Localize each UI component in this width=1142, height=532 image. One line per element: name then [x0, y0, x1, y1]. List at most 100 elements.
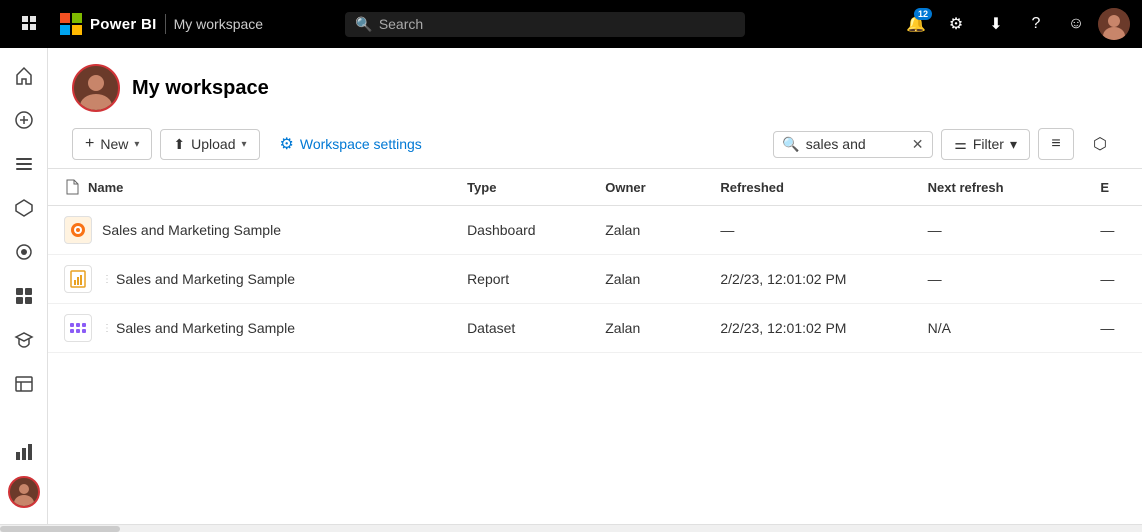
gear-settings-icon: ⚙ [280, 134, 294, 154]
report-icon [64, 265, 92, 293]
brand-logo: Power BI My workspace [60, 13, 263, 35]
filter-button[interactable]: ⚌ Filter ▾ [941, 129, 1030, 160]
datahub-icon [14, 198, 34, 218]
face-icon: ☺ [1068, 15, 1084, 33]
cell-name: ⋮ Sales and Marketing Sample [48, 304, 451, 353]
workspace-avatar [72, 64, 120, 112]
sidebar-bottom [4, 432, 44, 516]
sidebar-item-create[interactable] [4, 100, 44, 140]
clear-search-button[interactable]: ✕ [912, 137, 924, 151]
cell-type: Report [451, 255, 589, 304]
items-table: Name Type Owner Refreshed Next refresh E [48, 169, 1142, 353]
sidebar-item-metrics[interactable] [4, 432, 44, 472]
workspace-title: My workspace [132, 77, 269, 100]
feedback-button[interactable]: ☺ [1058, 6, 1094, 42]
notifications-button[interactable]: 🔔 12 [898, 6, 934, 42]
item-name: Sales and Marketing Sample [116, 271, 295, 287]
table-row[interactable]: ⋮ Sales and Marketing Sample Report Zala… [48, 255, 1142, 304]
cell-e: — [1084, 255, 1142, 304]
col-header-owner: Owner [589, 169, 704, 206]
upload-button[interactable]: ⬆ Upload ▾ [160, 129, 259, 160]
cell-name: ⋮ Sales and Marketing Sample [48, 255, 451, 304]
apps-icon [14, 286, 34, 306]
name-col-label: Name [88, 180, 123, 195]
table-row[interactable]: Sales and Marketing Sample Dashboard Zal… [48, 206, 1142, 255]
help-button[interactable]: ? [1018, 6, 1054, 42]
cell-owner: Zalan [589, 255, 704, 304]
filter-search-icon: 🔍 [782, 136, 799, 153]
list-view-button[interactable]: ≡ [1038, 128, 1074, 160]
plus-icon: + [85, 135, 94, 153]
top-nav: Power BI My workspace 🔍 🔔 12 ⚙ ⬇ ? ☺ [0, 0, 1142, 48]
settings-label: Workspace settings [300, 136, 422, 152]
col-header-next-refresh: Next refresh [912, 169, 1085, 206]
microsoft-logo [60, 13, 82, 35]
filter-icon: ⚌ [954, 136, 967, 153]
upload-label: Upload [191, 136, 235, 152]
sidebar-item-learn[interactable] [4, 320, 44, 360]
nav-actions: 🔔 12 ⚙ ⬇ ? ☺ [898, 6, 1130, 42]
workspace-settings-button[interactable]: ⚙ Workspace settings [268, 128, 434, 160]
upload-icon: ⬆ [173, 136, 185, 153]
global-search-input[interactable] [379, 16, 736, 32]
filter-search-box[interactable]: 🔍 ✕ [773, 131, 933, 158]
new-button[interactable]: + New ▾ [72, 128, 152, 160]
lineage-button[interactable]: ⬡ [1082, 128, 1118, 160]
cell-type: Dataset [451, 304, 589, 353]
grid-menu-button[interactable] [12, 6, 48, 42]
user-avatar-nav[interactable] [1098, 8, 1130, 40]
browse-icon [14, 154, 34, 174]
cell-type: Dashboard [451, 206, 589, 255]
question-icon: ? [1032, 15, 1041, 33]
settings-button[interactable]: ⚙ [938, 6, 974, 42]
cell-name: Sales and Marketing Sample [48, 206, 451, 255]
toolbar: + New ▾ ⬆ Upload ▾ ⚙ Workspace settings … [48, 120, 1142, 169]
home-icon [14, 66, 34, 86]
table-row[interactable]: ⋮ Sales and Marketing Sample Dataset Zal… [48, 304, 1142, 353]
cell-e: — [1084, 206, 1142, 255]
sidebar-item-datahub[interactable] [4, 188, 44, 228]
main-content: My workspace + New ▾ ⬆ Upload ▾ ⚙ Worksp… [48, 48, 1142, 524]
cell-next-refresh: — [912, 255, 1085, 304]
sidebar-item-home[interactable] [4, 56, 44, 96]
col-header-type: Type [451, 169, 589, 206]
create-icon [14, 110, 34, 130]
col-header-name: Name [48, 169, 451, 206]
learn-icon [14, 330, 34, 350]
item-name: Sales and Marketing Sample [102, 222, 281, 238]
download-icon: ⬇ [989, 14, 1002, 34]
workspaces-icon [14, 374, 34, 394]
current-workspace: My workspace [174, 16, 263, 32]
cell-refreshed: 2/2/23, 12:01:02 PM [704, 255, 911, 304]
product-name: Power BI [90, 16, 157, 33]
sidebar-user-avatar[interactable] [8, 476, 40, 508]
cell-refreshed: — [704, 206, 911, 255]
download-button[interactable]: ⬇ [978, 6, 1014, 42]
sidebar-item-workspaces[interactable] [4, 364, 44, 404]
nav-divider [165, 14, 166, 34]
metrics-icon [14, 442, 34, 462]
sidebar-item-apps[interactable] [4, 276, 44, 316]
horizontal-scrollbar[interactable] [0, 524, 1142, 532]
cell-owner: Zalan [589, 206, 704, 255]
global-search-bar[interactable]: 🔍 [345, 12, 745, 37]
cell-owner: Zalan [589, 304, 704, 353]
search-icon: 🔍 [355, 16, 372, 33]
sidebar-item-browse[interactable] [4, 144, 44, 184]
table-header-row: Name Type Owner Refreshed Next refresh E [48, 169, 1142, 206]
lineage-icon: ⬡ [1093, 134, 1107, 154]
new-label: New [100, 136, 128, 152]
filter-label: Filter [973, 136, 1004, 152]
sidebar [0, 48, 48, 524]
filter-chevron-icon: ▾ [1010, 136, 1017, 153]
filter-search-input[interactable] [806, 136, 906, 152]
sidebar-item-monitoring[interactable] [4, 232, 44, 272]
workspace-header: My workspace [48, 48, 1142, 120]
list-view-icon: ≡ [1051, 135, 1060, 153]
dashboard-icon [64, 216, 92, 244]
item-name: Sales and Marketing Sample [116, 320, 295, 336]
cell-next-refresh: — [912, 206, 1085, 255]
scrollbar-thumb[interactable] [0, 526, 120, 532]
notification-badge: 12 [914, 8, 932, 20]
cell-next-refresh: N/A [912, 304, 1085, 353]
